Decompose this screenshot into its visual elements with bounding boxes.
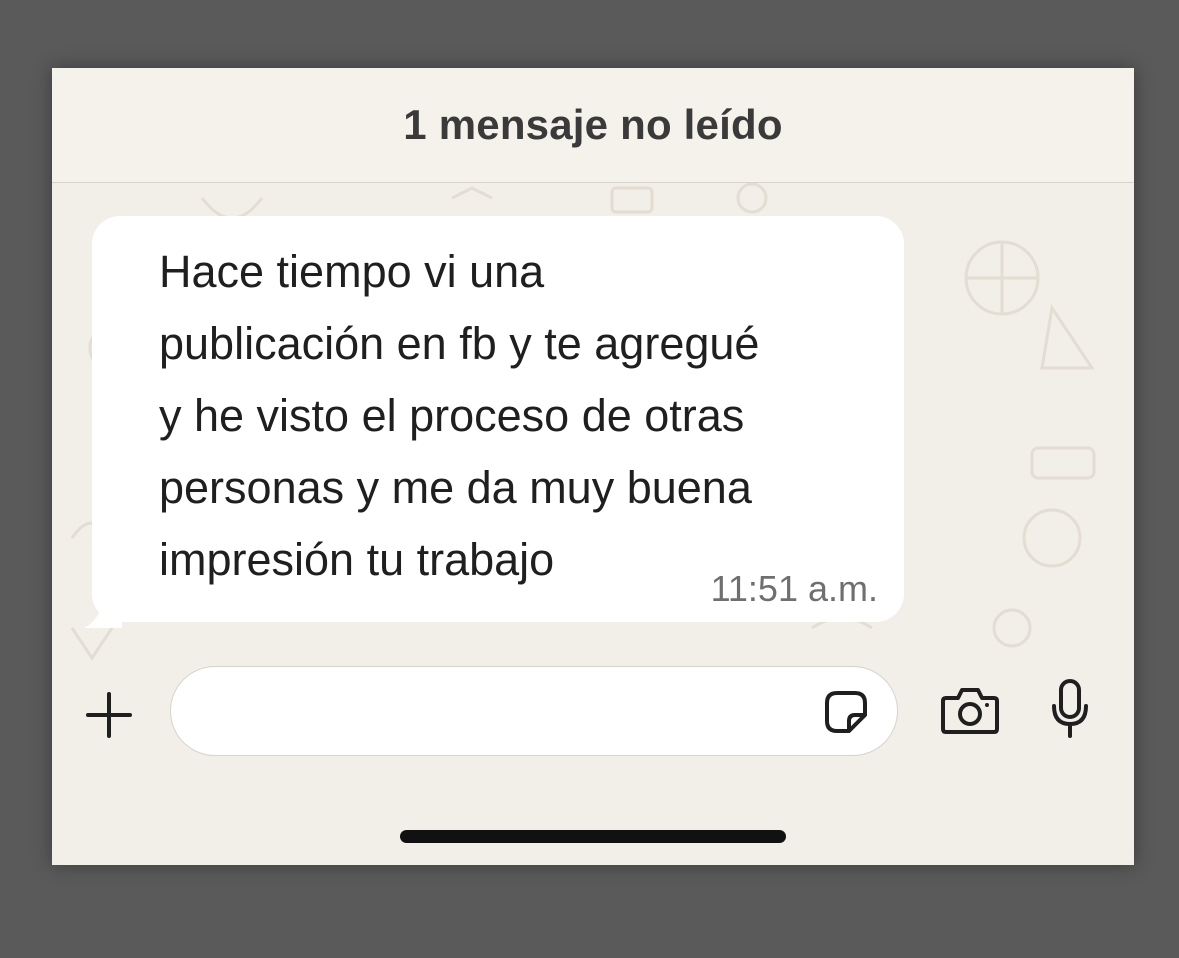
microphone-button[interactable] (1050, 678, 1090, 740)
home-indicator[interactable] (400, 830, 786, 843)
attach-button[interactable] (82, 688, 136, 742)
unread-banner: 1 mensaje no leído (52, 68, 1134, 183)
microphone-icon (1052, 679, 1088, 738)
incoming-message-bubble[interactable]: Hace tiempo vi una publicación en fb y t… (92, 216, 904, 622)
message-timestamp: 11:51 a.m. (710, 568, 878, 609)
chat-screen: 1 mensaje no leído Hace tiempo vi una pu… (52, 68, 1134, 865)
camera-icon (941, 688, 999, 734)
message-text: Hace tiempo vi una publicación en fb y t… (159, 246, 760, 585)
message-input[interactable] (170, 666, 898, 756)
sticker-button[interactable] (823, 689, 869, 735)
camera-button[interactable] (940, 684, 1000, 738)
message-composer (52, 664, 1134, 764)
sticker-icon (825, 691, 867, 733)
unread-count-label: 1 mensaje no leído (403, 101, 783, 148)
plus-icon (86, 692, 132, 738)
